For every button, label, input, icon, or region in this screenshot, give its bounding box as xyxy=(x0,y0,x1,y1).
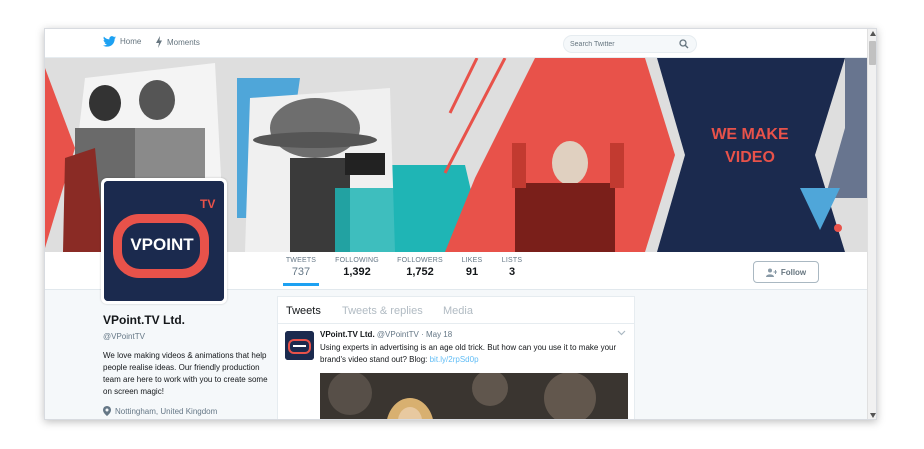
vpoint-logo-icon xyxy=(285,331,314,360)
tweet-item[interactable]: VPoint.TV Ltd. @VPointTV · May 18 Using … xyxy=(278,324,634,419)
location-pin-icon xyxy=(103,406,111,416)
stat-followers-value: 1,752 xyxy=(406,266,434,278)
stat-followers[interactable]: FOLLOWERS 1,752 xyxy=(394,257,446,278)
banner-headline-line2: VIDEO xyxy=(725,149,775,166)
search-input[interactable] xyxy=(570,38,675,51)
nav-moments-label: Moments xyxy=(167,37,200,47)
stat-tweets-value: 737 xyxy=(291,266,311,278)
profile-location-text: Nottingham, United Kingdom xyxy=(115,406,218,416)
lightning-icon xyxy=(156,36,162,48)
profile-handle[interactable]: @VPointTV xyxy=(103,332,268,341)
browser-window: Home Moments Search Twitter WE MAKE VIDE… xyxy=(44,28,877,420)
stat-following-value: 1,392 xyxy=(343,266,371,278)
banner-headline: WE MAKE VIDEO xyxy=(690,123,810,169)
tweet-separator: · xyxy=(421,330,424,339)
tweet-photo xyxy=(320,373,628,419)
scroll-down-arrow-icon[interactable] xyxy=(870,413,876,418)
tweet-date[interactable]: May 18 xyxy=(426,330,452,339)
profile-bio: We love making videos & animations that … xyxy=(103,351,268,396)
profile-card: VPoint.TV Ltd. @VPointTV We love making … xyxy=(103,313,268,416)
stat-likes[interactable]: LIKES 91 xyxy=(459,257,485,278)
stat-following-label: FOLLOWING xyxy=(335,257,379,264)
add-user-icon xyxy=(765,268,777,277)
avatar-logo: TV VPOINT xyxy=(104,181,224,301)
stat-likes-value: 91 xyxy=(465,266,479,278)
stat-tweets-label: TWEETS xyxy=(285,257,317,264)
stat-lists-label: LISTS xyxy=(501,257,523,264)
banner-headline-line1: WE MAKE xyxy=(711,126,789,143)
timeline-tabs: Tweets Tweets & replies Media xyxy=(278,297,634,324)
tweet-media-image[interactable] xyxy=(320,373,628,419)
profile-location: Nottingham, United Kingdom xyxy=(103,406,268,416)
tab-tweets-replies[interactable]: Tweets & replies xyxy=(342,305,423,317)
timeline: Tweets Tweets & replies Media VPoint.TV … xyxy=(277,296,635,419)
stat-likes-label: LIKES xyxy=(461,257,483,264)
nav-home-label: Home xyxy=(120,37,142,46)
scroll-thumb[interactable] xyxy=(869,41,876,65)
follow-button-label: Follow xyxy=(780,267,807,277)
stat-lists[interactable]: LISTS 3 xyxy=(500,257,524,278)
tab-tweets[interactable]: Tweets xyxy=(286,305,321,317)
avatar-tv-text: TV xyxy=(200,197,216,211)
stat-followers-label: FOLLOWERS xyxy=(397,257,443,264)
profile-name[interactable]: VPoint.TV Ltd. xyxy=(103,313,268,327)
avatar-brand-text: VPOINT xyxy=(130,235,194,254)
chevron-down-icon[interactable] xyxy=(617,330,626,336)
twitter-bird-icon xyxy=(103,36,116,47)
tweet-author[interactable]: VPoint.TV Ltd. xyxy=(320,330,375,339)
stat-following[interactable]: FOLLOWING 1,392 xyxy=(332,257,382,278)
nav-moments[interactable]: Moments xyxy=(155,36,200,48)
nav-home[interactable]: Home xyxy=(103,36,141,47)
search-icon[interactable] xyxy=(679,39,689,49)
scrollbar[interactable] xyxy=(867,29,876,419)
tweet-handle[interactable]: @VPointTV xyxy=(377,330,419,339)
tweet-text: Using experts in advertising is an age o… xyxy=(320,342,628,365)
tab-media[interactable]: Media xyxy=(443,305,473,317)
tweet-avatar[interactable] xyxy=(285,331,314,360)
follow-button[interactable]: Follow xyxy=(753,261,819,283)
stat-tweets[interactable]: TWEETS 737 xyxy=(283,257,319,286)
tweet-header: VPoint.TV Ltd. @VPointTV · May 18 xyxy=(320,330,452,339)
top-nav: Home Moments xyxy=(45,29,867,58)
search-box[interactable] xyxy=(563,35,697,53)
scroll-up-arrow-icon[interactable] xyxy=(870,31,876,36)
profile-avatar[interactable]: TV VPOINT xyxy=(101,178,227,304)
stat-lists-value: 3 xyxy=(508,266,516,278)
tweet-link[interactable]: bit.ly/2rpSd0p xyxy=(430,355,479,364)
